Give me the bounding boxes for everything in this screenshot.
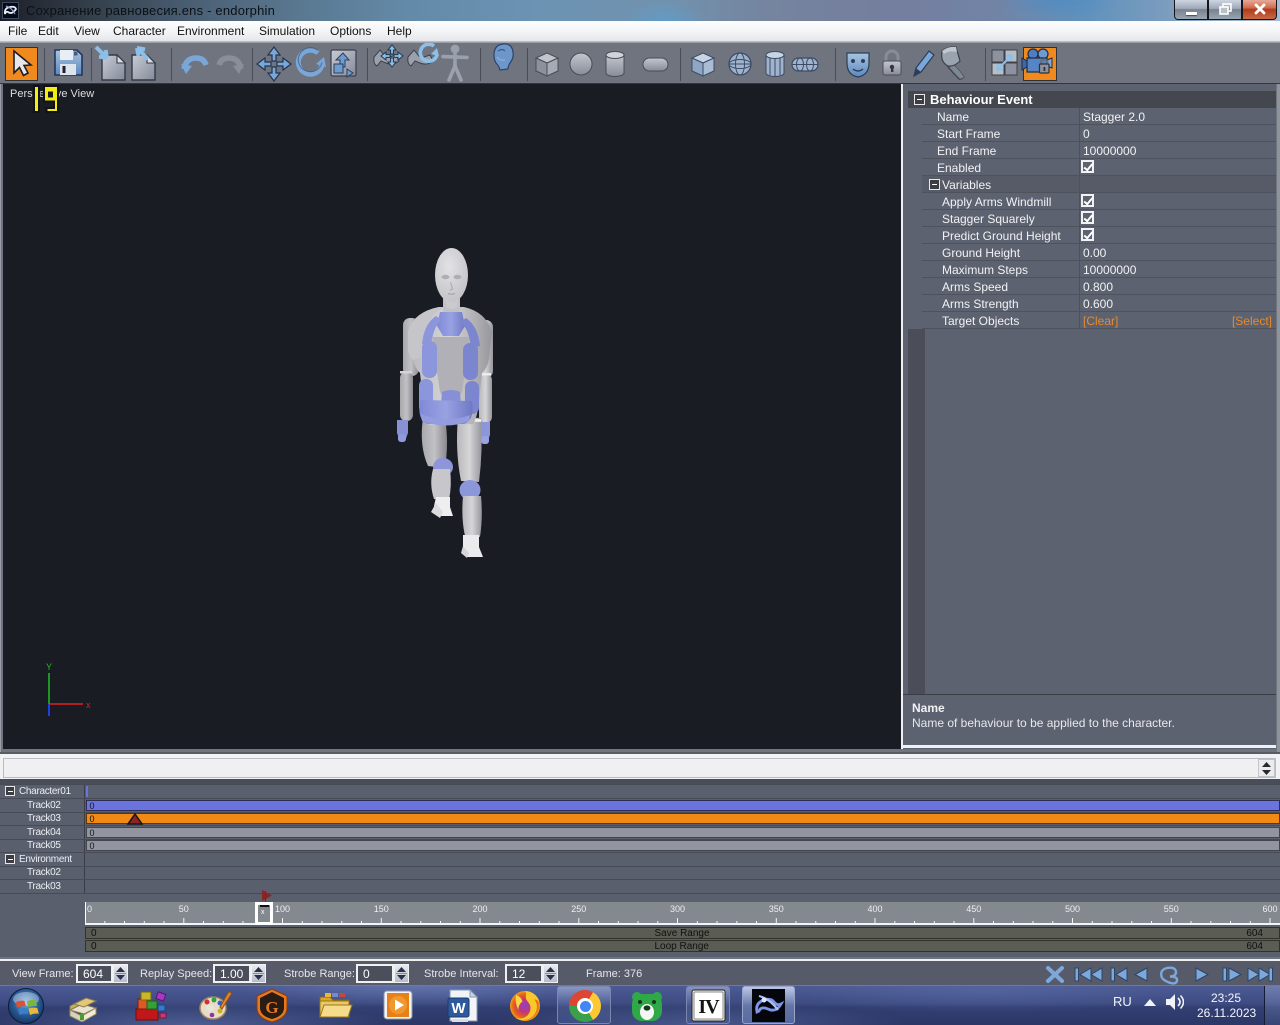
svg-text:x: x [86,700,91,710]
svg-text:400: 400 [867,904,882,914]
svg-text:300: 300 [670,904,685,914]
svg-text:600: 600 [1262,904,1277,914]
svg-text:0: 0 [87,904,92,914]
svg-text:50: 50 [179,904,189,914]
svg-text:IV: IV [698,996,720,1018]
svg-text:350: 350 [769,904,784,914]
svg-text:W: W [451,1000,466,1017]
svg-text:500: 500 [1065,904,1080,914]
svg-text:100: 100 [275,904,290,914]
svg-text:450: 450 [966,904,981,914]
svg-text:150: 150 [374,904,389,914]
svg-text:Y: Y [46,662,52,672]
svg-text:200: 200 [472,904,487,914]
svg-text:G: G [265,998,278,1017]
svg-text:550: 550 [1164,904,1179,914]
svg-text:250: 250 [571,904,586,914]
